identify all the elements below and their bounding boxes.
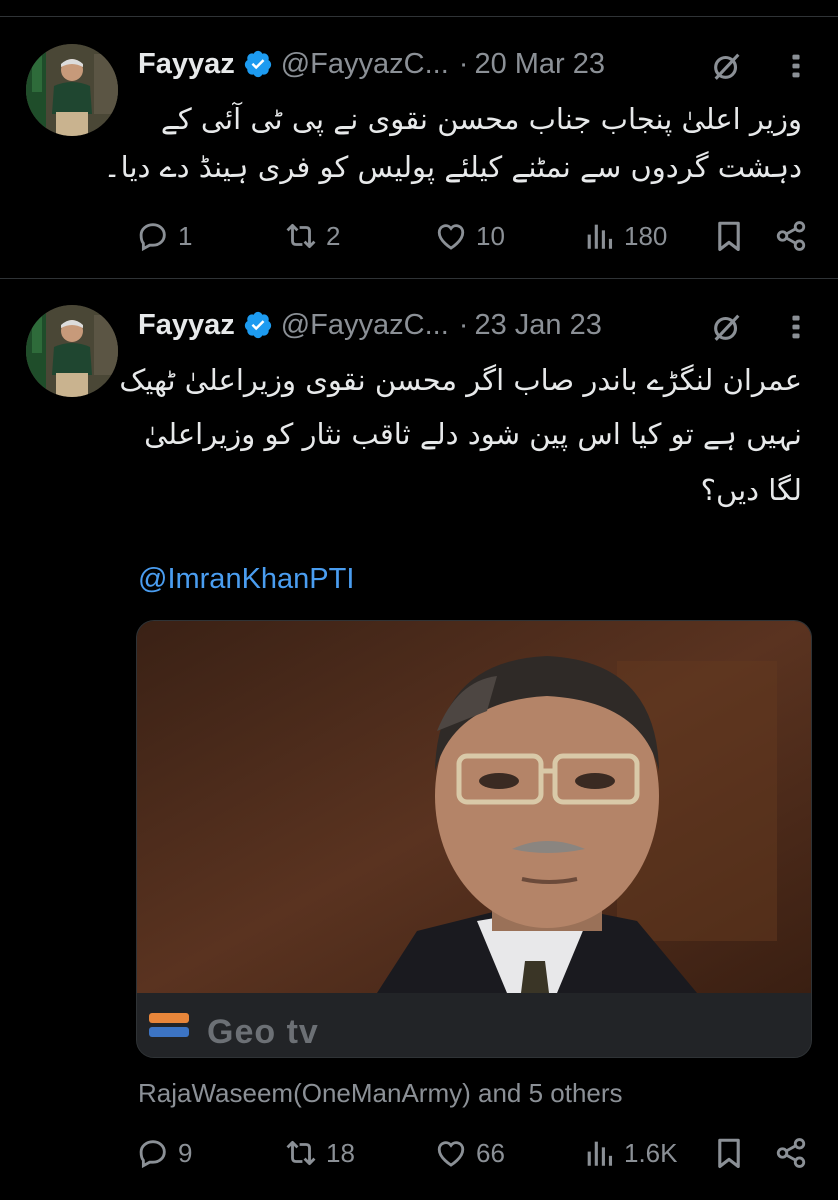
tweet-date[interactable]: 20 Mar 23 — [474, 48, 605, 81]
repost-button[interactable]: 18 — [284, 1131, 355, 1175]
reply-icon — [136, 219, 170, 253]
tweet-2[interactable]: Fayyaz @FayyazC... · 23 Jan 23 عمران لنگ… — [0, 279, 838, 1200]
avatar[interactable] — [26, 305, 118, 397]
views-icon — [582, 219, 616, 253]
author-name[interactable]: Fayyaz — [138, 309, 235, 342]
avatar-image — [26, 305, 118, 397]
share-button[interactable] — [774, 214, 808, 258]
bookmark-icon — [712, 1136, 746, 1170]
repost-icon — [284, 219, 318, 253]
tweet-media[interactable]: Geo tv — [136, 620, 812, 1058]
verified-badge-icon — [243, 49, 273, 79]
author-name[interactable]: Fayyaz — [138, 48, 235, 81]
separator-dot: · — [458, 47, 469, 80]
share-icon — [774, 219, 808, 253]
repost-count: 18 — [326, 1137, 355, 1168]
tweet-1[interactable]: Fayyaz @FayyazC... · 20 Mar 23 وزیر اعلی… — [0, 0, 838, 278]
media-source-label: Geo tv — [207, 1013, 319, 1051]
tweet-actions: 9 18 66 1.6K — [0, 1131, 838, 1175]
heart-icon — [434, 1136, 468, 1170]
avatar[interactable] — [26, 44, 118, 136]
heart-icon — [434, 219, 468, 253]
media-source-bar: Geo tv — [137, 993, 811, 1057]
views-icon — [582, 1136, 616, 1170]
more-icon[interactable] — [782, 49, 810, 83]
like-count: 66 — [476, 1137, 505, 1168]
reply-icon — [136, 1136, 170, 1170]
bookmark-button[interactable] — [712, 1131, 746, 1175]
tweet-text-line: وزیر اعلیٰ پنجاب جناب محسن نقوی نے پی ٹی… — [160, 102, 802, 136]
verified-badge-icon — [243, 310, 273, 340]
grok-icon[interactable] — [710, 49, 744, 83]
like-button[interactable]: 66 — [434, 1131, 505, 1175]
share-icon — [774, 1136, 808, 1170]
repost-icon — [284, 1136, 318, 1170]
reply-count: 9 — [178, 1137, 193, 1168]
reply-button[interactable]: 1 — [136, 214, 192, 258]
author-handle[interactable]: @FayyazC... — [281, 309, 449, 342]
repost-button[interactable]: 2 — [284, 214, 340, 258]
tweet-actions: 1 2 10 180 — [0, 214, 838, 258]
mention-link[interactable]: @ImranKhanPTI — [138, 563, 354, 596]
geo-logo-icon — [149, 1013, 189, 1037]
more-icon[interactable] — [782, 310, 810, 344]
bookmark-icon — [712, 219, 746, 253]
bookmark-button[interactable] — [712, 214, 746, 258]
tweet-header: Fayyaz @FayyazC... · 20 Mar 23 — [138, 44, 605, 84]
reply-button[interactable]: 9 — [136, 1131, 192, 1175]
grok-icon[interactable] — [710, 310, 744, 344]
views-button[interactable]: 180 — [582, 214, 667, 258]
view-count: 1.6K — [624, 1137, 678, 1168]
repost-count: 2 — [326, 220, 341, 251]
tweet-text-line: لگا دیں؟ — [700, 473, 802, 507]
separator-dot: · — [458, 308, 469, 341]
tweet-text-line: نہیں ہے تو کیا اس پین شود دلے ثاقب نثار … — [144, 417, 802, 451]
tweet-text-line: عمران لنگڑے باندر صاب اگر محسن نقوی وزیر… — [119, 363, 802, 397]
like-count: 10 — [476, 220, 505, 251]
view-count: 180 — [624, 220, 668, 251]
views-button[interactable]: 1.6K — [582, 1131, 678, 1175]
liked-by-text[interactable]: RajaWaseem(OneManArmy) and 5 others — [138, 1078, 623, 1109]
reply-count: 1 — [178, 220, 193, 251]
author-handle[interactable]: @FayyazC... — [281, 48, 449, 81]
tweet-date[interactable]: 23 Jan 23 — [474, 309, 601, 342]
tweet-text-line: دہشت گردوں سے نمٹنے کیلئے پولیس کو فری ہ… — [103, 150, 802, 184]
like-button[interactable]: 10 — [434, 214, 505, 258]
share-button[interactable] — [774, 1131, 808, 1175]
media-photo — [137, 621, 811, 993]
tweet-header: Fayyaz @FayyazC... · 23 Jan 23 — [138, 305, 602, 345]
avatar-image — [26, 44, 118, 136]
